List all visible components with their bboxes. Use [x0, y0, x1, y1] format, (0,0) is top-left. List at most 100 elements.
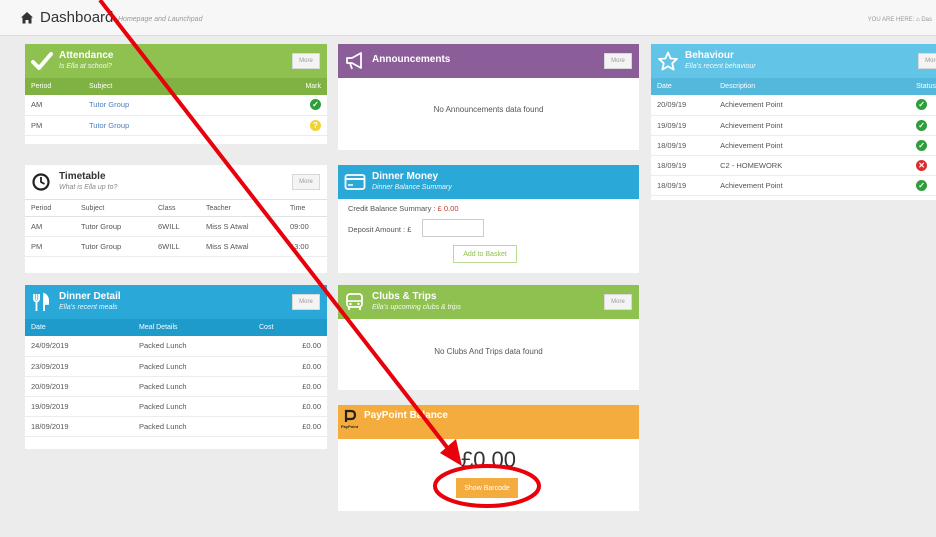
table-row: 20/09/2019 Packed Lunch £0.00: [25, 376, 327, 397]
table-row: 20/09/19 Achievement Point ✓: [651, 95, 936, 116]
date-cell: 18/09/19: [651, 175, 715, 196]
class-cell: 6WILL: [152, 236, 200, 257]
cost-cell: £0.00: [253, 356, 327, 377]
table-row: 23/09/2019 Packed Lunch £0.00: [25, 356, 327, 377]
time-cell: 13:00: [284, 236, 327, 257]
timetable-more-button[interactable]: More: [292, 174, 320, 190]
column-header: Period: [25, 78, 83, 95]
date-cell: 19/09/2019: [25, 396, 133, 417]
period-cell: AM: [25, 216, 75, 237]
date-cell: 20/09/2019: [25, 376, 133, 397]
timetable-header: Timetable What is Ella up to? More: [25, 165, 327, 199]
credit-balance-value: £ 0.00: [437, 204, 459, 213]
bus-icon: [346, 293, 363, 310]
clubs-trips-empty-message: No Clubs And Trips data found: [434, 347, 543, 356]
attendance-header: Attendance Is Ella at school? More: [25, 44, 327, 78]
date-cell: 18/09/2019: [25, 416, 133, 437]
deposit-label: Deposit Amount : £: [348, 225, 412, 234]
positive-check-icon: ✓: [916, 139, 928, 151]
description-cell: Achievement Point: [714, 135, 911, 156]
column-header: Time: [284, 199, 327, 217]
table-row: 18/09/19 Achievement Point ✓: [651, 135, 936, 156]
announcements-empty-message: No Announcements data found: [433, 105, 544, 114]
date-cell: 24/09/2019: [25, 336, 133, 357]
breadcrumb-item[interactable]: Das: [921, 17, 932, 23]
page-title: Dashboard: [40, 9, 114, 26]
announcements-more-button[interactable]: More: [604, 53, 632, 69]
top-bar: Dashboard Homepage and Launchpad YOU ARE…: [0, 0, 936, 36]
cost-cell: £0.00: [253, 336, 327, 357]
paypoint-logo-text: PayPoint: [341, 424, 359, 429]
show-barcode-button[interactable]: Show Barcode: [456, 478, 518, 498]
date-cell: 18/09/19: [651, 135, 715, 156]
clubs-trips-header: Clubs & Trips Ella's upcoming clubs & tr…: [338, 285, 639, 319]
description-cell: C2 - HOMEWORK: [714, 155, 911, 176]
table-row: 18/09/19 C2 - HOMEWORK ✕: [651, 155, 936, 176]
column-header: Status: [910, 78, 936, 95]
behaviour-panel: Behaviour Ella's recent behaviour More D…: [651, 44, 936, 200]
dinner-detail-title: Dinner Detail: [59, 291, 121, 302]
behaviour-header: Behaviour Ella's recent behaviour More: [651, 44, 936, 78]
subject-cell: Tutor Group: [75, 216, 152, 237]
announcements-panel: Announcements More No Announcements data…: [338, 44, 639, 150]
star-icon: [658, 51, 678, 71]
time-cell: 09:00: [284, 216, 327, 237]
table-row: AM Tutor Group ✓: [25, 95, 327, 116]
description-cell: Achievement Point: [714, 175, 911, 196]
paypoint-amount: £0.00: [460, 447, 517, 472]
card-icon: [344, 174, 366, 190]
positive-check-icon: ✓: [916, 179, 928, 191]
clubs-trips-more-button[interactable]: More: [604, 294, 632, 310]
clubs-trips-subtitle: Ella's upcoming clubs & trips: [372, 304, 461, 311]
dinner-detail-header: Dinner Detail Ella's recent meals More: [25, 285, 327, 319]
description-cell: Achievement Point: [714, 95, 911, 116]
negative-cross-icon: ✕: [916, 159, 928, 171]
dinner-detail-panel: Dinner Detail Ella's recent meals More D…: [25, 285, 327, 449]
attendance-subtitle: Is Ella at school?: [59, 63, 112, 70]
cutlery-icon: [33, 292, 50, 311]
column-header: Period: [25, 199, 75, 217]
dinner-money-header: Dinner Money Dinner Balance Summary: [338, 165, 639, 199]
teacher-cell: Miss S Atwal: [200, 236, 284, 257]
table-row: AM Tutor Group 6WILL Miss S Atwal 09:00: [25, 216, 327, 237]
timetable-panel: Timetable What is Ella up to? More Perio…: [25, 165, 327, 273]
unknown-question-icon: ?: [310, 119, 321, 131]
present-check-icon: ✓: [310, 99, 321, 111]
paypoint-panel: PayPoint PayPoint Balance £0.00 Show Bar…: [338, 405, 639, 511]
timetable-subtitle: What is Ella up to?: [59, 184, 118, 191]
behaviour-subtitle: Ella's recent behaviour: [685, 63, 756, 70]
home-icon[interactable]: [20, 11, 34, 25]
column-header: Date: [651, 78, 715, 95]
breadcrumb: YOU ARE HERE: ⌂ Das: [868, 17, 932, 23]
column-header: Cost: [253, 319, 327, 336]
table-row: 24/09/2019 Packed Lunch £0.00: [25, 336, 327, 357]
column-header: Class: [152, 199, 200, 217]
paypoint-body: £0.00 Show Barcode: [338, 439, 639, 511]
breadcrumb-label: YOU ARE HERE:: [867, 17, 915, 23]
paypoint-title: PayPoint Balance: [364, 410, 448, 421]
table-row: PM Tutor Group 6WILL Miss S Atwal 13:00: [25, 236, 327, 257]
behaviour-more-button[interactable]: More: [918, 53, 936, 69]
table-row: 19/09/19 Achievement Point ✓: [651, 115, 936, 136]
attendance-more-button[interactable]: More: [292, 53, 320, 69]
add-to-basket-button[interactable]: Add to Basket: [453, 245, 517, 263]
teacher-cell: Miss S Atwal: [200, 216, 284, 237]
column-header: Subject: [83, 78, 287, 95]
checkmark-icon: [31, 52, 53, 70]
column-header: Meal Details: [133, 319, 253, 336]
announcements-header: Announcements More: [338, 44, 639, 78]
column-header: Mark: [287, 78, 327, 95]
subject-link[interactable]: Tutor Group: [83, 115, 287, 136]
subject-link[interactable]: Tutor Group: [83, 95, 287, 116]
dinner-detail-subtitle: Ella's recent meals: [59, 304, 118, 311]
paypoint-header: PayPoint PayPoint Balance: [338, 405, 639, 439]
dinner-money-subtitle: Dinner Balance Summary: [372, 184, 452, 191]
meal-cell: Packed Lunch: [133, 376, 253, 397]
timetable-title: Timetable: [59, 171, 106, 182]
subject-cell: Tutor Group: [75, 236, 152, 257]
positive-check-icon: ✓: [916, 99, 928, 111]
table-row: PM Tutor Group ?: [25, 115, 327, 136]
dinner-detail-more-button[interactable]: More: [292, 294, 320, 310]
attendance-panel: Attendance Is Ella at school? More Perio…: [25, 44, 327, 144]
deposit-amount-input[interactable]: [422, 219, 484, 237]
